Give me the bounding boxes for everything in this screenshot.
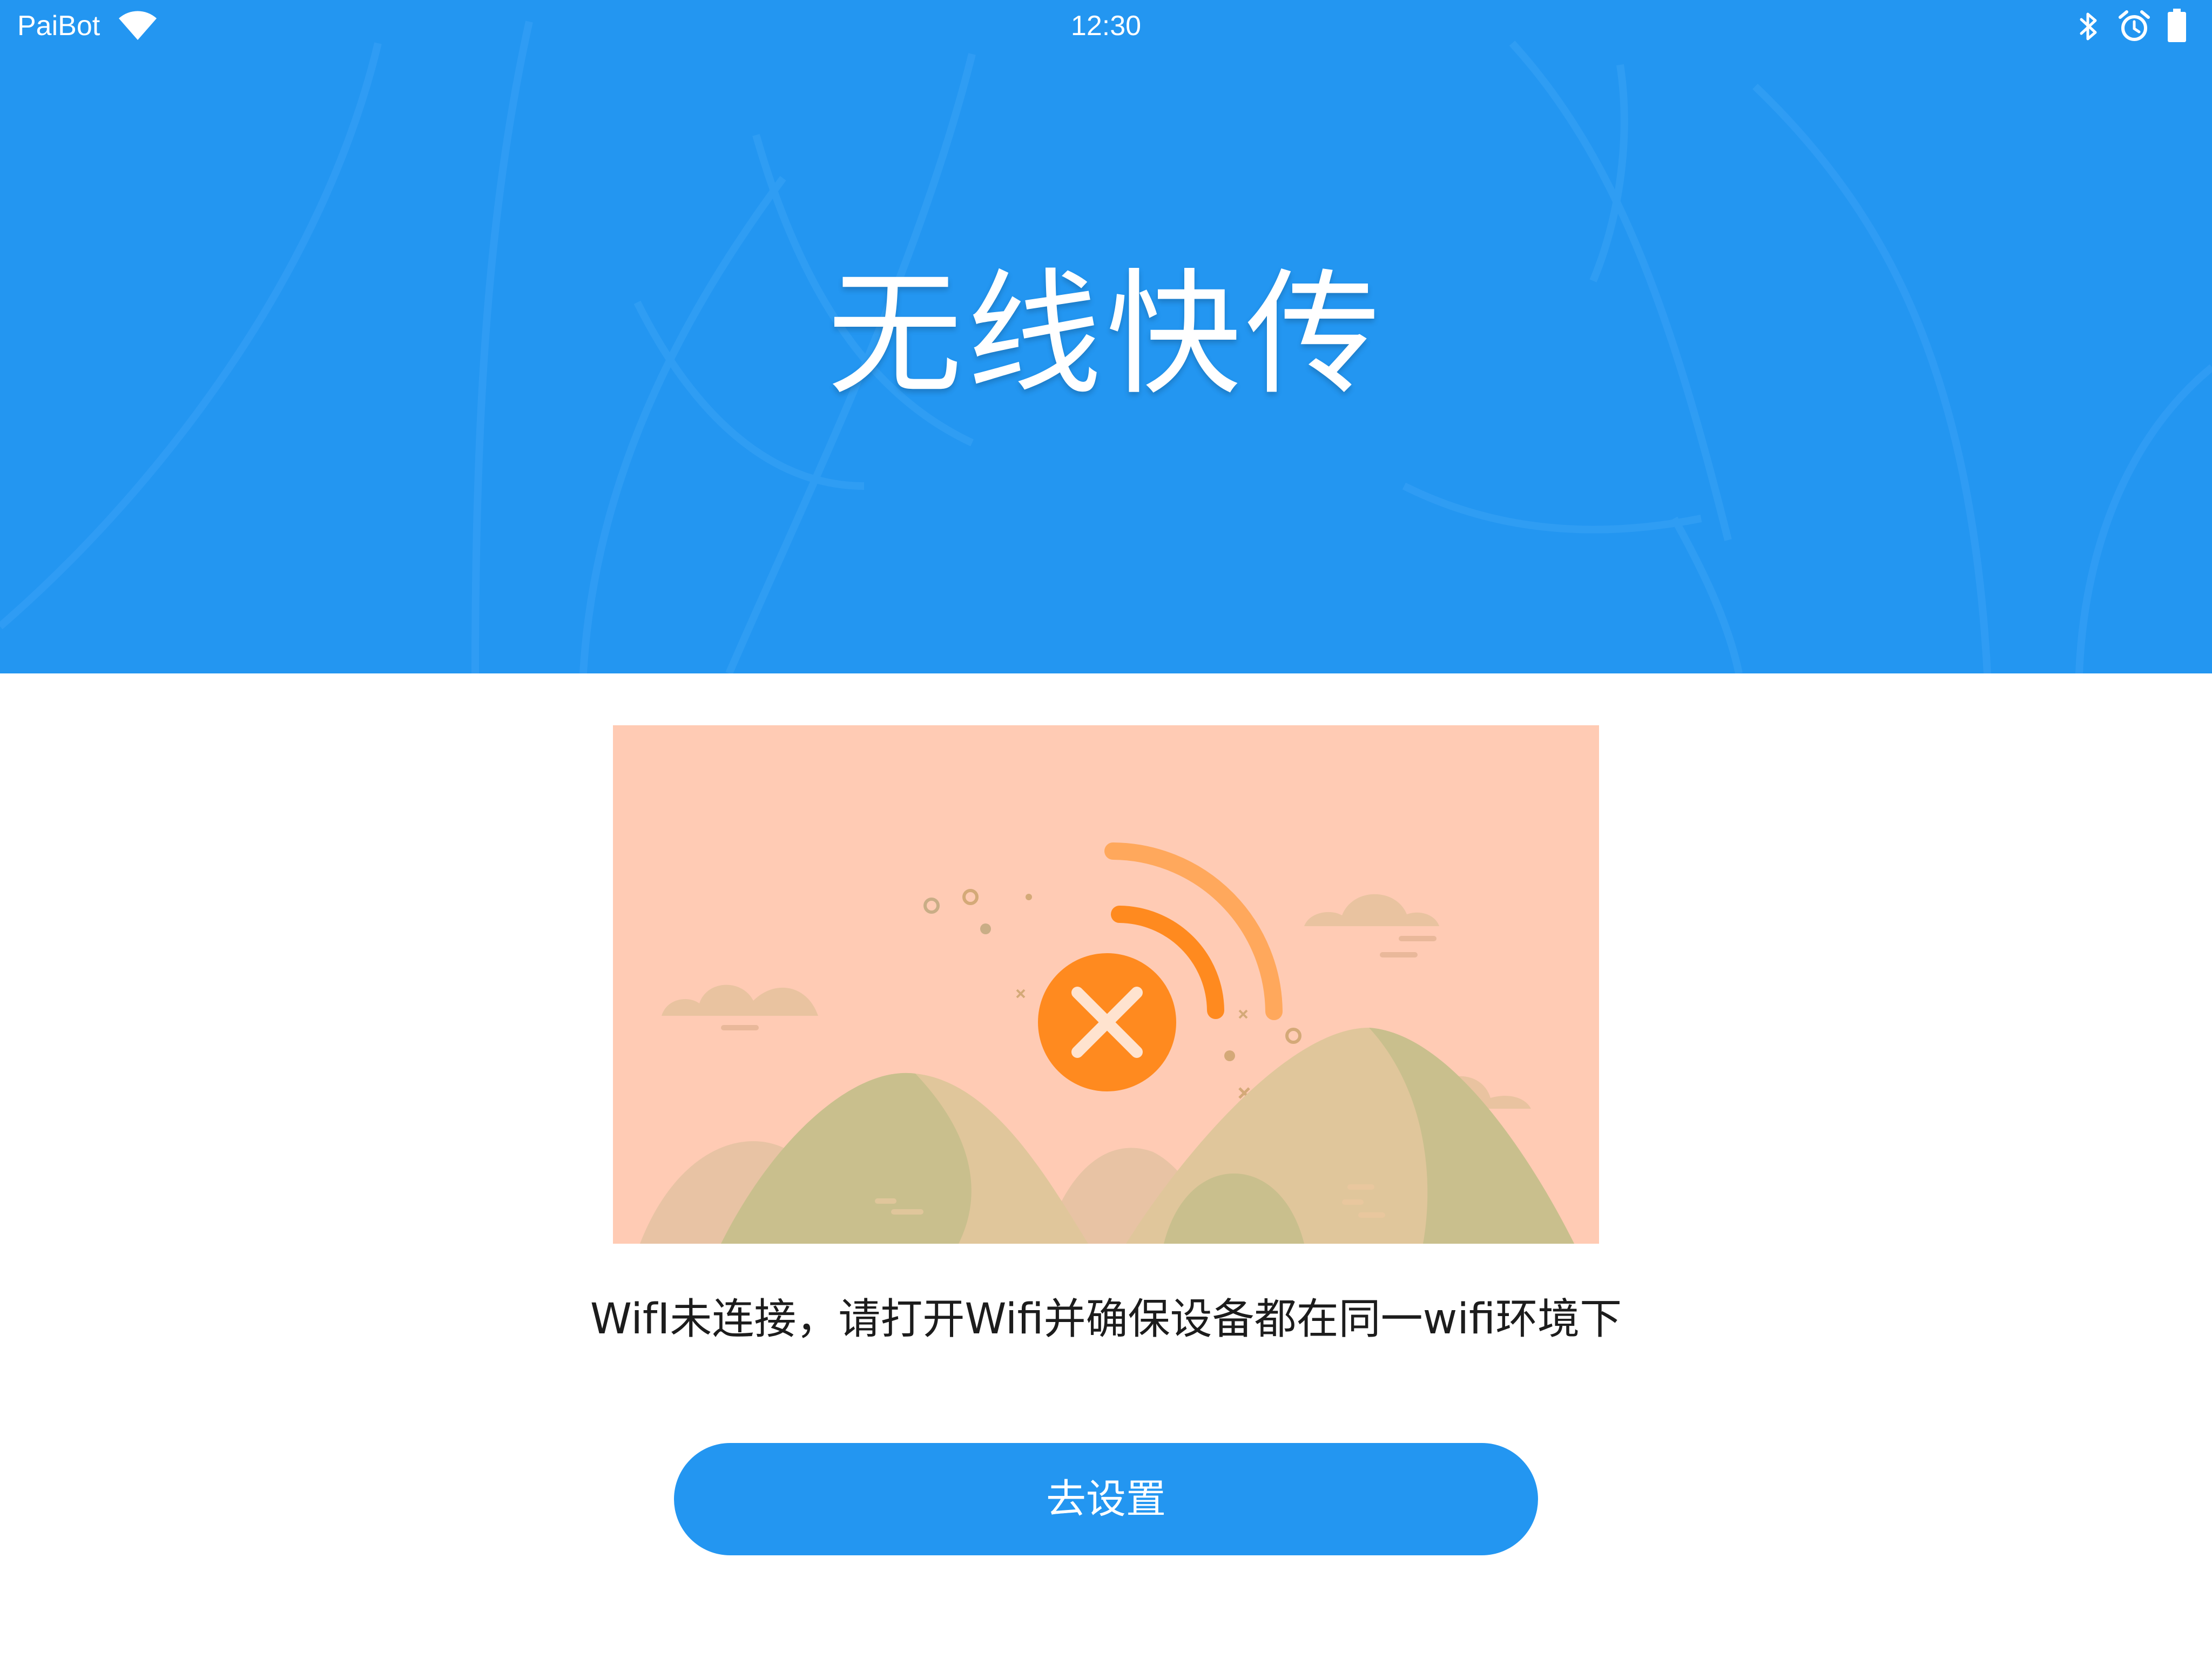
battery-icon — [2168, 9, 2186, 42]
cloud-left — [662, 984, 818, 1016]
wifi-disconnected-icon — [640, 842, 1574, 1244]
status-bar: PaiBot 12:30 — [0, 0, 2212, 52]
status-carrier: PaiBot — [17, 10, 100, 42]
page-title: 无线快传 — [827, 256, 1385, 413]
go-to-settings-button[interactable]: 去设置 — [674, 1443, 1538, 1555]
wifi-disconnected-illustration — [613, 725, 1599, 1244]
cloud-right-top — [1304, 894, 1439, 926]
wifi-icon — [119, 11, 157, 40]
header-banner: PaiBot 12:30 无线快传 — [0, 0, 2212, 673]
status-time: 12:30 — [1070, 10, 1142, 42]
bluetooth-icon — [2080, 12, 2097, 41]
alarm-icon — [2119, 10, 2150, 41]
wifi-status-message: WifI未连接，请打开Wifi并确保设备都在同一wifi环境下 — [590, 1295, 1622, 1344]
